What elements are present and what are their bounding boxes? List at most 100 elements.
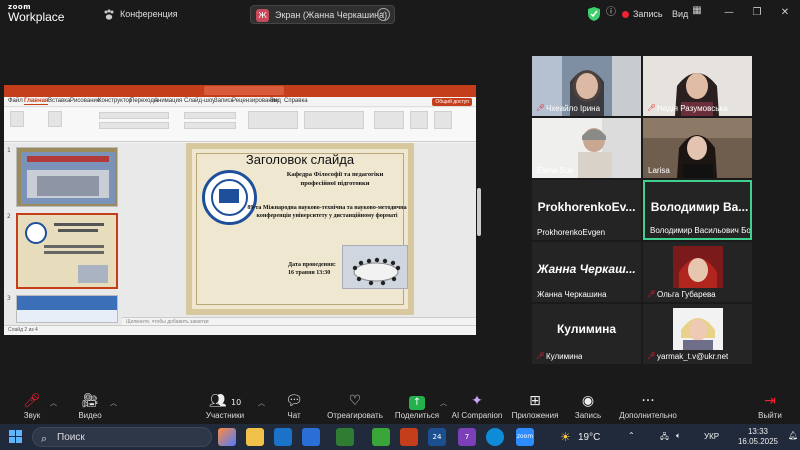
date-label: Дата проведення:: [288, 262, 336, 268]
participant-tile[interactable]: 🎤︎ Чхеайло Ірина: [532, 56, 641, 116]
screen-share-indicator[interactable]: Ж Экран (Жанна Черкашина) ···: [250, 5, 395, 24]
meeting-photo: [342, 245, 408, 289]
thumbnail-2-image: [18, 215, 116, 287]
ppt-menu-item[interactable]: Конструктор: [98, 98, 132, 104]
participants-button[interactable]: 👥︎ 10 Участники: [190, 390, 260, 424]
ppt-menu-item[interactable]: Файл: [8, 98, 23, 104]
taskbar-search-input[interactable]: ⌕ Поиск: [32, 427, 212, 447]
new-slide-icon[interactable]: [48, 111, 62, 127]
participant-display-name: Жанна Черкаш...: [537, 262, 636, 276]
ppt-ribbon: [4, 108, 476, 142]
participant-tile[interactable]: Кулимина 🎤︎ Кулимина: [532, 304, 641, 364]
defender-icon[interactable]: [302, 428, 320, 446]
recording-label[interactable]: Запись: [633, 9, 663, 19]
zoom-taskbar-icon[interactable]: zoom: [516, 428, 534, 446]
more-options-icon[interactable]: ···: [377, 8, 390, 21]
ppt-menu-item[interactable]: Справка: [284, 98, 308, 104]
security-shield-icon[interactable]: [588, 7, 600, 21]
participant-display-name: ProkhorenkoEv...: [537, 200, 636, 214]
participant-tile[interactable]: Larisa: [643, 118, 752, 178]
zoom-logo: zoom Workplace: [8, 4, 64, 24]
ai-companion-button[interactable]: ✦ AI Companion: [444, 390, 510, 424]
participant-tile[interactable]: 🎤︎ Надія Разумовська: [643, 56, 752, 116]
ai-companion-label: AI Companion: [451, 411, 503, 420]
participant-tile[interactable]: ProkhorenkoEv... ProkhorenkoEvgen: [532, 180, 641, 240]
powerpoint-icon[interactable]: [400, 428, 418, 446]
slide-thumbnail-3[interactable]: [16, 295, 118, 323]
torrent-icon[interactable]: [372, 428, 390, 446]
minimize-icon[interactable]: —: [722, 6, 736, 20]
conference-text[interactable]: 89-та Міжнародна науково-технічна та нау…: [247, 204, 407, 220]
notes-pane[interactable]: Щелкните, чтобы добавить заметки: [122, 317, 476, 325]
participant-display-name: Володимир Ва...: [650, 200, 749, 214]
edge-icon[interactable]: [486, 428, 504, 446]
arrange-styles-box[interactable]: [304, 111, 364, 129]
slide-thumbnail-1[interactable]: [16, 147, 118, 207]
thumb-number: 3: [7, 295, 11, 302]
muted-mic-icon: 🎤︎: [647, 104, 656, 112]
alignment-row[interactable]: [184, 122, 236, 129]
ppt-menu-item[interactable]: Анимация: [154, 98, 182, 104]
clock-time[interactable]: 13:33: [734, 427, 782, 436]
more-button[interactable]: ··· Дополнительно: [606, 390, 690, 424]
volume-icon[interactable]: 🔈︎: [676, 431, 681, 441]
info-icon[interactable]: ⓘ: [604, 6, 618, 20]
font-name-box[interactable]: [99, 112, 169, 119]
participants-icon: 👥︎ 10: [208, 393, 242, 409]
windows-start-icon[interactable]: [9, 430, 23, 444]
share-resize-handle[interactable]: [477, 188, 481, 236]
designer-icon[interactable]: [434, 111, 452, 129]
current-slide[interactable]: Заголовок слайда Кафедра Філософії та пе…: [186, 143, 414, 315]
font-format-row[interactable]: [99, 122, 169, 129]
tray-expand-icon[interactable]: ⌃: [628, 431, 635, 440]
chevron-up-icon[interactable]: ︿: [110, 398, 117, 408]
video-label: Видео: [78, 411, 102, 420]
meeting-label[interactable]: Конференция: [120, 9, 178, 19]
app-with-badge-icon[interactable]: 24: [428, 428, 446, 446]
weather-temp[interactable]: 19°C: [578, 432, 600, 443]
sparkle-icon: ✦: [471, 393, 483, 409]
editing-box[interactable]: [374, 111, 404, 129]
view-menu[interactable]: Вид: [672, 9, 688, 19]
muted-mic-icon: 🎤︎: [647, 352, 656, 360]
audio-label: Звук: [23, 411, 41, 420]
slide-title[interactable]: Заголовок слайда: [192, 152, 408, 167]
ppt-search-box[interactable]: [204, 86, 284, 95]
participant-tile[interactable]: Elena Suk: [532, 118, 641, 178]
ppt-menu-item[interactable]: Вид: [270, 98, 281, 104]
file-explorer-icon[interactable]: [246, 428, 264, 446]
excel-icon[interactable]: [336, 428, 354, 446]
network-icon[interactable]: 🖧︎: [660, 431, 669, 445]
keyboard-language[interactable]: УКР: [704, 432, 719, 441]
participant-tile-active-speaker[interactable]: Володимир Ва... Володимир Васильович Бо.…: [643, 180, 752, 240]
department-text[interactable]: Кафедра Філософії та педагогіки професій…: [270, 171, 400, 189]
close-icon[interactable]: ✕: [778, 6, 792, 20]
leave-icon: ⇥: [764, 393, 776, 409]
dictate-icon[interactable]: [410, 111, 428, 129]
outlook-icon[interactable]: [274, 428, 292, 446]
clock-date[interactable]: 16.05.2025: [730, 437, 786, 446]
drawing-shapes-box[interactable]: [248, 111, 298, 129]
ppt-menu-item[interactable]: Рисование: [70, 98, 100, 104]
paste-icon[interactable]: [10, 111, 24, 127]
ppt-menu-item[interactable]: Слайд-шоу: [184, 98, 215, 104]
ppt-menu-item[interactable]: Главная: [24, 98, 49, 105]
participant-tile[interactable]: Жанна Черкаш... Жанна Черкашина: [532, 242, 641, 302]
copilot-icon[interactable]: [218, 428, 236, 446]
notifications-icon[interactable]: 🔔︎: [788, 431, 798, 440]
slide-thumbnail-2[interactable]: [16, 213, 118, 289]
participant-name: Жанна Черкашина: [537, 290, 607, 299]
ppt-share-button[interactable]: Общий доступ: [432, 98, 472, 106]
grid-view-icon[interactable]: ▦: [690, 4, 704, 18]
chevron-up-icon[interactable]: ︿: [50, 398, 57, 408]
participant-tile[interactable]: 🎤︎ Ольга Губарева: [643, 242, 752, 302]
paragraph-row[interactable]: [184, 112, 236, 119]
react-button[interactable]: ♡ Отреагировать: [318, 390, 392, 424]
leave-button[interactable]: ⇥ Выйти: [740, 390, 800, 424]
restore-icon[interactable]: ❐: [750, 6, 764, 20]
viber-icon[interactable]: 7: [458, 428, 476, 446]
date-block[interactable]: Дата проведення: 16 травня 13:30: [288, 261, 336, 278]
participant-tile[interactable]: 🎤︎ yarmak_t.v@ukr.net: [643, 304, 752, 364]
ppt-menu-item[interactable]: Вставка: [48, 98, 70, 104]
ppt-menu-item[interactable]: Запись: [214, 98, 234, 104]
